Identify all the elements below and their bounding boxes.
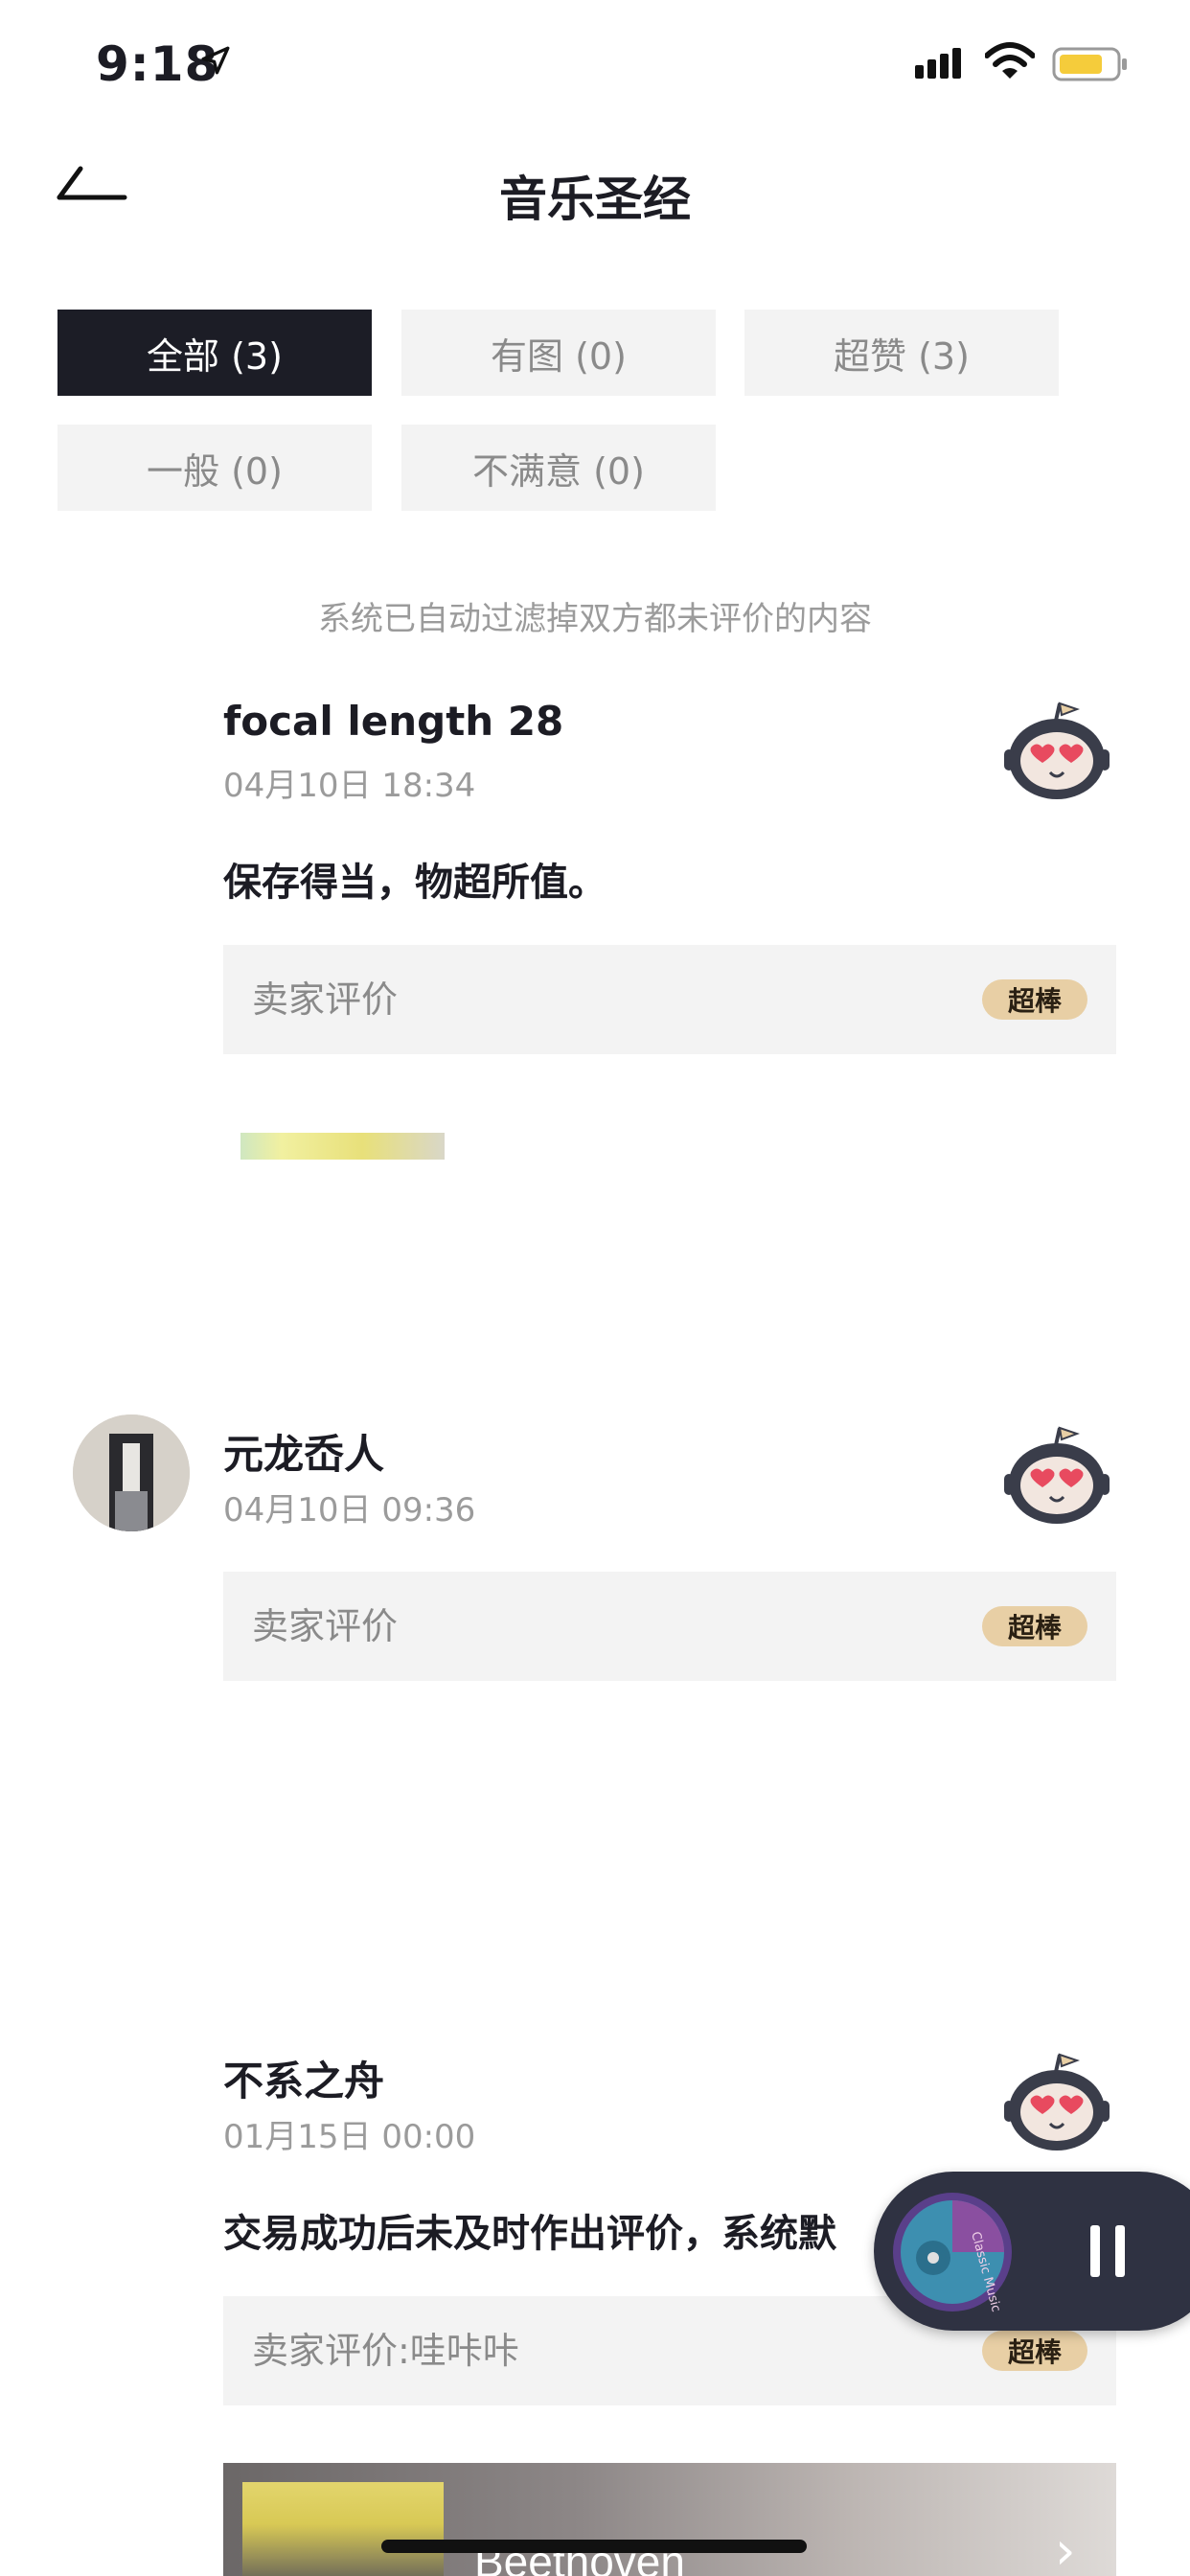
rating-badge: 超棒 (982, 979, 1087, 1020)
review-date: 04月10日 09:36 (223, 1491, 476, 1530)
review-date: 01月15日 00:00 (223, 2118, 476, 2156)
cellular-signal-icon (915, 48, 961, 79)
floating-music-player[interactable]: Classic Music (874, 2172, 1190, 2331)
battery-icon (1052, 47, 1127, 81)
review-username: focal length 28 (223, 698, 564, 745)
review-comment: 保存得当，物超所值。 (223, 861, 606, 905)
album-cover (242, 2482, 444, 2576)
rating-mascot-icon (1004, 702, 1110, 799)
rating-badge: 超棒 (982, 1606, 1087, 1646)
review-username: 元龙岙人 (223, 1431, 385, 1478)
seller-review-label: 卖家评价 (252, 978, 399, 1021)
home-indicator (381, 2540, 807, 2553)
tab-unsatisfied[interactable]: 不满意 (0) (401, 425, 716, 511)
review-comment: 交易成功后未及时作出评价，系统默 (223, 2212, 836, 2256)
vinyl-disc-icon[interactable]: Classic Music (891, 2191, 1014, 2313)
avatar[interactable] (73, 1414, 190, 1531)
rating-mascot-icon (1004, 2053, 1110, 2150)
review-username: 不系之舟 (223, 2058, 385, 2104)
tab-average[interactable]: 一般 (0) (57, 425, 372, 511)
rating-badge: 超棒 (982, 2331, 1087, 2371)
review-photo[interactable] (240, 1133, 445, 1160)
rating-mascot-icon (1004, 1426, 1110, 1524)
pause-icon[interactable] (1087, 2223, 1129, 2279)
seller-review-label: 卖家评价:哇咔咔 (252, 2330, 519, 2372)
tab-excellent[interactable]: 超赞 (3) (744, 310, 1059, 396)
filter-notice: 系统已自动过滤掉双方都未评价的内容 (318, 600, 872, 638)
linked-album-card[interactable]: Beethoven › (223, 2463, 1116, 2576)
location-arrow-icon (201, 46, 230, 75)
wifi-icon (985, 42, 1035, 79)
avatar-image (73, 1414, 190, 1531)
review-date: 04月10日 18:34 (223, 767, 476, 805)
chevron-right-icon: › (1055, 2520, 1076, 2576)
seller-review-label: 卖家评价 (252, 1605, 399, 1647)
page-title: 音乐圣经 (499, 172, 691, 227)
seller-review-box: 卖家评价 超棒 (223, 1572, 1116, 1681)
tab-with-images[interactable]: 有图 (0) (401, 310, 716, 396)
seller-review-box: 卖家评价 超棒 (223, 945, 1116, 1054)
tab-all[interactable]: 全部 (3) (57, 310, 372, 396)
